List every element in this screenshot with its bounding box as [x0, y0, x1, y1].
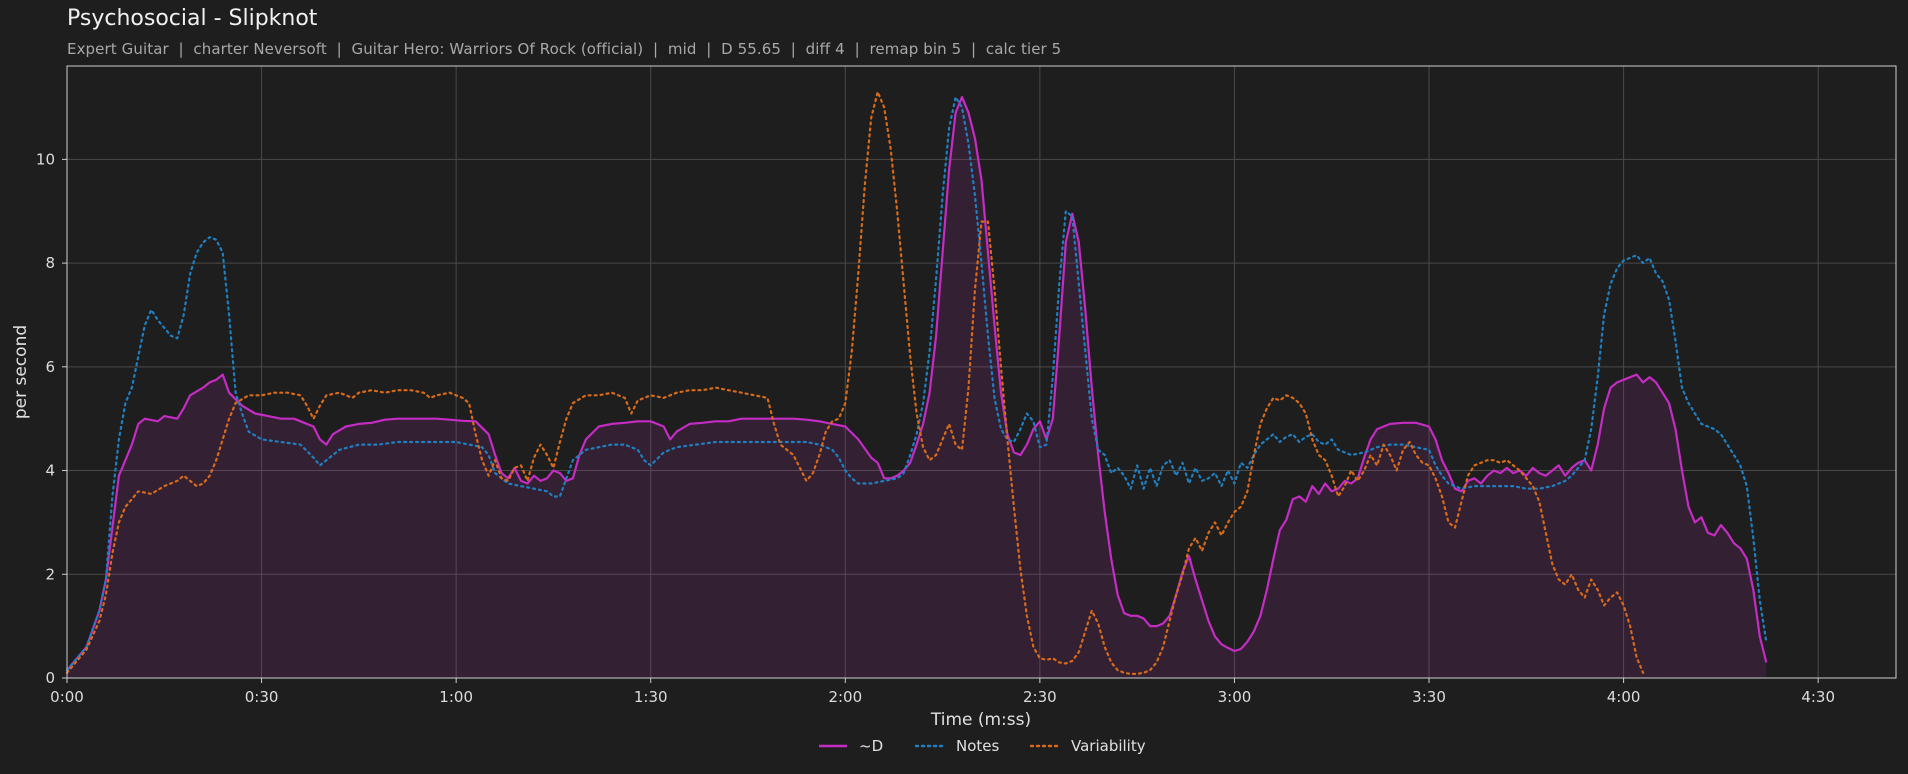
chart-svg: 0:00 0:30 1:00 1:30 2:00 2:30 3:00 3:30 4:00 4:30… — [11, 65, 1897, 755]
y-axis-title: per second — [11, 325, 31, 419]
x-axis-title: Time (m:ss) — [930, 710, 1031, 730]
x-tick-label: 3:30 — [1412, 688, 1446, 706]
y-tick-label: 2 — [45, 565, 55, 583]
y-tick-label: 0 — [45, 669, 55, 687]
legend-label: Notes — [956, 737, 1000, 755]
y-axis: 0 2 4 6 8 10 — [36, 150, 67, 687]
x-tick-label: 3:00 — [1218, 688, 1252, 706]
x-tick-label: 1:00 — [439, 688, 473, 706]
y-tick-label: 6 — [45, 358, 55, 376]
x-tick-label: 2:30 — [1023, 688, 1057, 706]
x-tick-label: 1:30 — [634, 688, 668, 706]
x-tick-label: 0:30 — [245, 688, 279, 706]
x-axis: 0:00 0:30 1:00 1:30 2:00 2:30 3:00 3:30 4:00 4:30 — [50, 678, 1835, 706]
x-tick-label: 2:00 — [828, 688, 862, 706]
legend-label: ~D — [859, 737, 883, 755]
x-tick-label: 0:00 — [50, 688, 84, 706]
legend-label: Variability — [1071, 737, 1146, 755]
x-tick-label: 4:00 — [1607, 688, 1641, 706]
y-tick-label: 10 — [36, 150, 55, 168]
y-tick-label: 8 — [45, 254, 55, 272]
legend: ~D Notes Variability — [819, 737, 1146, 755]
y-tick-label: 4 — [45, 462, 55, 480]
x-tick-label: 4:30 — [1801, 688, 1835, 706]
